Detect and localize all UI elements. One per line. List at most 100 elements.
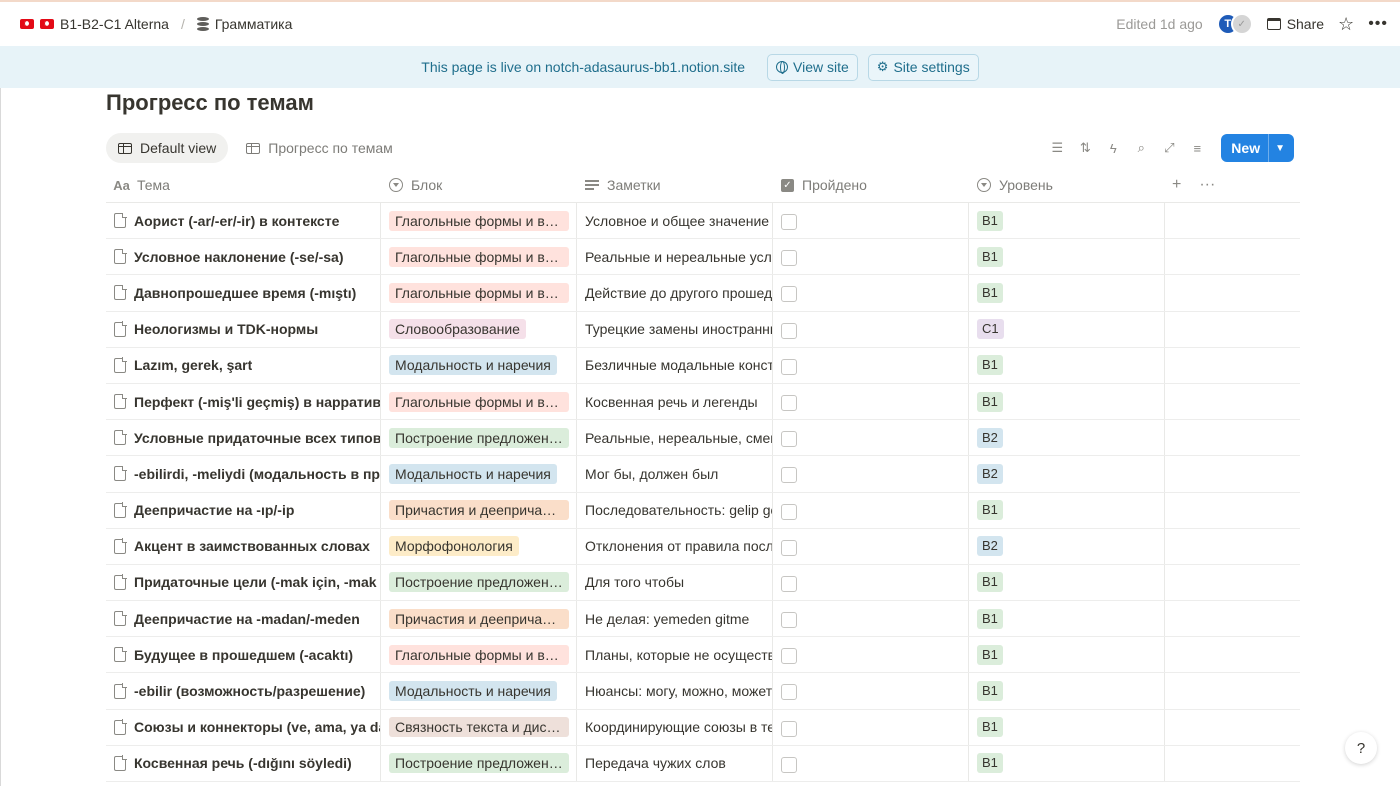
- notes-cell[interactable]: Координирующие союзы в тексте: [576, 709, 772, 745]
- notes-cell[interactable]: Турецкие замены иностранных слов: [576, 311, 772, 347]
- topic-cell[interactable]: -ebilirdi, -meliydi (модальность в прошл…: [106, 456, 380, 491]
- level-cell[interactable]: B1: [968, 492, 1164, 528]
- expand-icon[interactable]: ⤢: [1161, 140, 1177, 156]
- table-row[interactable]: Придаточные цели (-mak için, -mak amacıy…: [106, 564, 1300, 602]
- done-checkbox[interactable]: [781, 756, 797, 773]
- topic-name[interactable]: Деепричастие на -ıp/-ip: [134, 502, 294, 518]
- more-icon[interactable]: •••: [1368, 15, 1388, 33]
- topic-name[interactable]: Косвенная речь (-dığını söyledi): [134, 755, 352, 771]
- column-header-notes[interactable]: Заметки: [576, 167, 772, 203]
- level-cell[interactable]: B1: [968, 637, 1164, 673]
- sort-icon[interactable]: ⇅: [1077, 140, 1093, 156]
- table-row[interactable]: Неологизмы и TDK-нормы Словообразование Ту…: [106, 311, 1300, 348]
- notes-cell[interactable]: Планы, которые не осуществились: [576, 637, 772, 673]
- block-cell[interactable]: Построение предложений: [380, 564, 576, 601]
- block-cell[interactable]: Морфофонология: [380, 528, 576, 564]
- table-row[interactable]: Косвенная речь (-dığını söyledi) Построен…: [106, 745, 1300, 782]
- topic-cell[interactable]: Акцент в заимствованных словах: [106, 529, 380, 564]
- block-cell[interactable]: Глагольные формы и времена: [380, 203, 576, 239]
- block-cell[interactable]: Причастия и деепричастия: [380, 601, 576, 637]
- topic-cell[interactable]: Косвенная речь (-dığını söyledi): [106, 746, 380, 781]
- topic-cell[interactable]: Перфект (-miş'li geçmiş) в нарративе: [106, 384, 380, 419]
- level-cell[interactable]: B1: [968, 745, 1164, 781]
- done-checkbox[interactable]: [781, 648, 797, 665]
- block-cell[interactable]: Связность текста и дискурс: [380, 709, 576, 745]
- table-row[interactable]: Lazım, gerek, şart Модальность и наречия Б…: [106, 347, 1300, 384]
- table-row[interactable]: Аорист (-ar/-er/-ir) в контексте Глагольн…: [106, 203, 1300, 240]
- topic-cell[interactable]: Деепричастие на -madan/-meden: [106, 601, 380, 636]
- block-cell[interactable]: Модальность и наречия: [380, 347, 576, 383]
- filter-icon[interactable]: ☰: [1049, 140, 1065, 156]
- table-row[interactable]: -ebilirdi, -meliydi (модальность в прошл…: [106, 456, 1300, 493]
- block-cell[interactable]: Причастия и деепричастия: [380, 492, 576, 528]
- done-checkbox[interactable]: [781, 684, 797, 701]
- topic-cell[interactable]: Придаточные цели (-mak için, -mak amacıy…: [106, 565, 380, 600]
- notes-cell[interactable]: Передача чужих слов: [576, 745, 772, 781]
- more-icon[interactable]: ···: [1199, 176, 1215, 194]
- block-cell[interactable]: Построение предложений: [380, 420, 576, 456]
- topic-name[interactable]: Будущее в прошедшем (-acaktı): [134, 647, 353, 663]
- avatars[interactable]: T ✓: [1216, 13, 1253, 35]
- notes-cell[interactable]: Не делая: yemeden gitme: [576, 601, 772, 637]
- done-checkbox[interactable]: [781, 431, 797, 448]
- chevron-down-icon[interactable]: ▼: [1268, 134, 1294, 162]
- table-row[interactable]: Давнопрошедшее время (-mıştı) Глагольные …: [106, 275, 1300, 312]
- level-cell[interactable]: B2: [968, 420, 1164, 456]
- table-row[interactable]: Перфект (-miş'li geçmiş) в нарративе Глаг…: [106, 383, 1300, 421]
- done-checkbox[interactable]: [781, 322, 797, 339]
- block-cell[interactable]: Глагольные формы и времена: [380, 637, 576, 673]
- view-site-button[interactable]: View site: [767, 53, 858, 81]
- topic-name[interactable]: Перфект (-miş'li geçmiş) в нарративе: [134, 394, 380, 410]
- done-checkbox[interactable]: [781, 358, 797, 375]
- star-icon[interactable]: ☆: [1338, 14, 1354, 35]
- topic-cell[interactable]: Давнопрошедшее время (-mıştı): [106, 275, 380, 310]
- topic-name[interactable]: Давнопрошедшее время (-mıştı): [134, 285, 356, 301]
- tab-default-view[interactable]: Default view: [106, 133, 229, 163]
- level-cell[interactable]: B1: [968, 275, 1164, 311]
- table-row[interactable]: Деепричастие на -madan/-meden Причастия и…: [106, 601, 1300, 638]
- topic-name[interactable]: Условное наклонение (-se/-sa): [134, 249, 344, 265]
- topic-name[interactable]: Неологизмы и TDK-нормы: [134, 321, 318, 337]
- done-checkbox[interactable]: [781, 250, 797, 267]
- share-button[interactable]: Share: [1266, 16, 1324, 32]
- notes-cell[interactable]: Мог бы, должен был: [576, 456, 772, 492]
- automation-icon[interactable]: ϟ: [1105, 140, 1121, 156]
- notes-cell[interactable]: Для того чтобы: [576, 564, 772, 601]
- block-cell[interactable]: Глагольные формы и времена: [380, 275, 576, 311]
- table-row[interactable]: Деепричастие на -ıp/-ip Причастия и деепр…: [106, 492, 1300, 529]
- block-cell[interactable]: Глагольные формы и времена: [380, 383, 576, 420]
- add-column-icon[interactable]: +: [1172, 176, 1181, 194]
- topic-name[interactable]: -ebilirdi, -meliydi (модальность в прошл…: [134, 466, 380, 482]
- topic-cell[interactable]: Союзы и коннекторы (ve, ama, ya da, hem): [106, 710, 380, 745]
- level-cell[interactable]: B1: [968, 709, 1164, 745]
- topic-name[interactable]: Акцент в заимствованных словах: [134, 538, 370, 554]
- topic-cell[interactable]: Аорист (-ar/-er/-ir) в контексте: [106, 203, 380, 238]
- topic-cell[interactable]: Условное наклонение (-se/-sa): [106, 239, 380, 274]
- notes-cell[interactable]: Действие до другого прошедшего: [576, 275, 772, 311]
- table-row[interactable]: Условное наклонение (-se/-sa) Глагольные …: [106, 239, 1300, 276]
- help-button[interactable]: ?: [1345, 732, 1377, 764]
- level-cell[interactable]: B1: [968, 239, 1164, 275]
- topic-cell[interactable]: Будущее в прошедшем (-acaktı): [106, 637, 380, 672]
- block-cell[interactable]: Словообразование: [380, 311, 576, 347]
- done-checkbox[interactable]: [781, 720, 797, 737]
- level-cell[interactable]: B2: [968, 456, 1164, 492]
- notes-cell[interactable]: Нюансы: могу, можно, может быть: [576, 673, 772, 709]
- notes-cell[interactable]: Реальные и нереальные условия: [576, 239, 772, 275]
- site-settings-button[interactable]: ⚙ Site settings: [867, 53, 979, 81]
- table-row[interactable]: Акцент в заимствованных словах Морфофонол…: [106, 528, 1300, 565]
- level-cell[interactable]: C1: [968, 311, 1164, 347]
- column-header-block[interactable]: Блок: [380, 167, 576, 203]
- done-checkbox[interactable]: [781, 214, 797, 230]
- column-header-name[interactable]: Aa Тема: [106, 167, 380, 203]
- level-cell[interactable]: B1: [968, 673, 1164, 709]
- done-checkbox[interactable]: [781, 503, 797, 520]
- topic-cell[interactable]: Деепричастие на -ıp/-ip: [106, 493, 380, 528]
- topic-name[interactable]: Придаточные цели (-mak için, -mak amacıy…: [134, 574, 380, 590]
- breadcrumb-workspace[interactable]: B1-B2-C1 Alterna: [60, 16, 169, 32]
- done-checkbox[interactable]: [781, 286, 797, 303]
- level-cell[interactable]: B1: [968, 601, 1164, 637]
- topic-name[interactable]: Аорист (-ar/-er/-ir) в контексте: [134, 213, 339, 229]
- notes-cell[interactable]: Косвенная речь и легенды: [576, 383, 772, 420]
- search-icon[interactable]: ⌕: [1133, 140, 1149, 156]
